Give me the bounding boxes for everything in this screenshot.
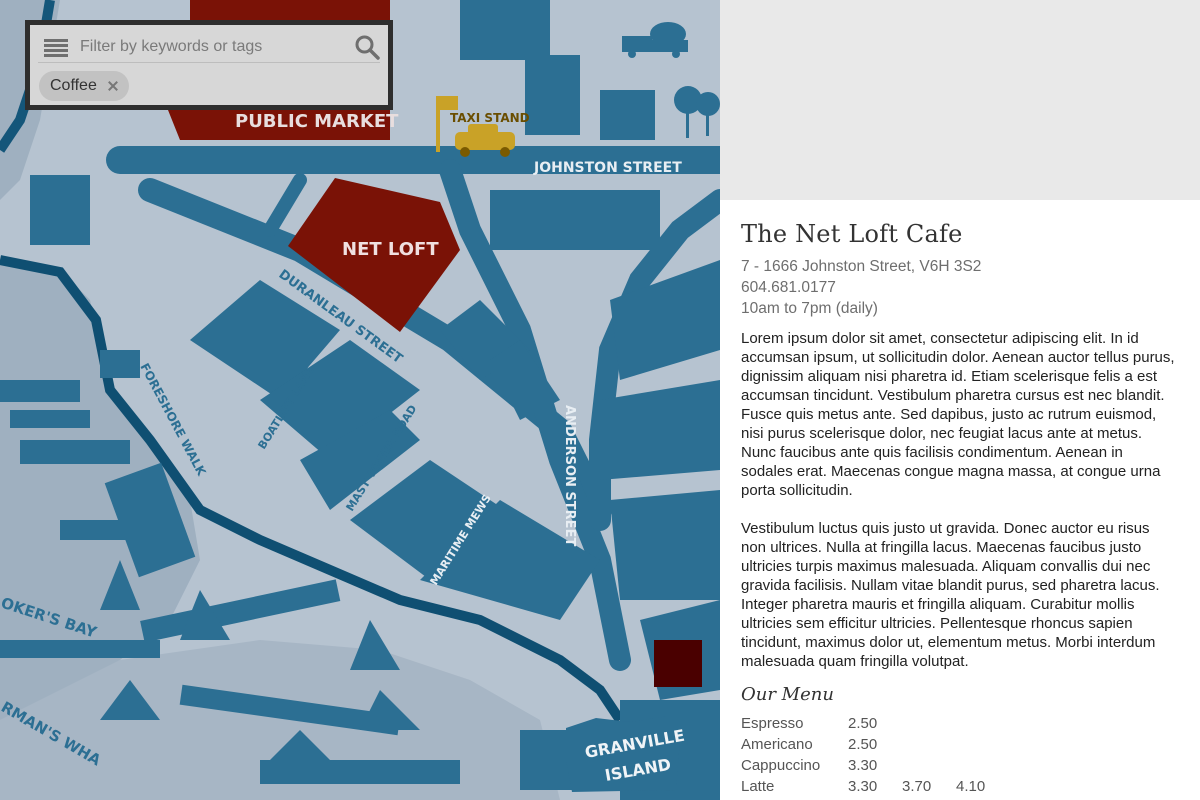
search-panel: Coffee [25,20,393,110]
menu-title: Our Menu [741,684,834,705]
menu-item-name: Cappuccino [741,757,821,774]
menu-row: Americano 2.50 [741,734,1010,755]
menu-row: Espresso 2.50 [741,713,1010,734]
anderson-street-label: ANDERSON STREET [562,405,577,546]
description-paragraph: Lorem ipsum dolor sit amet, consectetur … [741,330,1175,499]
menu-item-price: 3.30 [848,778,878,795]
close-icon[interactable] [107,80,119,92]
place-hours: 10am to 7pm (daily) [741,300,878,317]
menu-table: Espresso 2.50 Americano 2.50 Cappuccino … [741,713,1010,797]
highlighted-building[interactable] [654,640,702,687]
tree-icon [674,86,720,138]
taxi-stand-label: TAXI STAND [450,111,530,125]
menu-row: Cappuccino 3.30 [741,755,1010,776]
place-description: Lorem ipsum dolor sit amet, consectetur … [741,329,1178,671]
tag-chip-label: Coffee [50,77,97,94]
menu-item-name: Latte [741,778,775,795]
truck-icon [622,22,688,58]
place-details-panel: The Net Loft Cafe 7 - 1666 Johnston Stre… [720,200,1200,800]
menu-item-name: Espresso [741,715,804,732]
place-address: 7 - 1666 Johnston Street, V6H 3S2 [741,258,982,275]
search-icon[interactable] [354,34,380,60]
map-illustration[interactable]: PUBLIC MARKET NET LOFT TAXI STAND JOHNST… [0,0,720,800]
menu-item-price: 3.30 [848,757,878,774]
menu-item-price: 2.50 [848,736,878,753]
menu-row: Latte 3.30 3.70 4.10 [741,776,1010,797]
johnston-street-label: JOHNSTON STREET [533,160,682,176]
menu-item-price: 2.50 [848,715,878,732]
search-input[interactable] [80,33,340,61]
menu-item-price: 3.70 [902,778,932,795]
tag-chip-coffee: Coffee [39,71,129,101]
menu-icon[interactable] [44,39,68,57]
description-paragraph: Vestibulum luctus quis justo ut gravida.… [741,520,1160,670]
search-row [38,29,380,63]
place-phone: 604.681.0177 [741,279,836,296]
map-view[interactable]: PUBLIC MARKET NET LOFT TAXI STAND JOHNST… [0,0,720,800]
place-title: The Net Loft Cafe [741,220,963,248]
place-image-placeholder [720,0,1200,200]
net-loft-label: NET LOFT [342,239,439,260]
menu-item-name: Americano [741,736,813,753]
public-market-label: PUBLIC MARKET [235,111,399,132]
menu-item-price: 4.10 [956,778,986,795]
